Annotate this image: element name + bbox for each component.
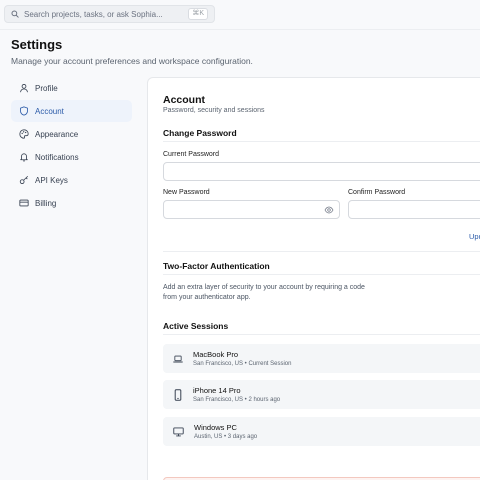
- two-factor-description-line-2: from your authenticator app.: [163, 294, 251, 301]
- nav-item-label: Appearance: [35, 129, 79, 139]
- key-icon: [19, 175, 29, 184]
- account-panel: Account Password, security and sessions …: [147, 77, 480, 480]
- session-item: iPhone 14 Pro San Francisco, US • 2 hour…: [163, 380, 480, 409]
- nav-item-api-keys[interactable]: API Keys: [11, 169, 132, 191]
- session-item: MacBook Pro San Francisco, US • Current …: [163, 344, 480, 373]
- divider: [163, 141, 480, 142]
- phone-icon: [174, 388, 182, 401]
- current-password-input[interactable]: [163, 162, 480, 181]
- confirm-password-label: Confirm Password: [348, 189, 406, 196]
- monitor-icon: [173, 426, 184, 436]
- nav-item-label: Billing: [35, 198, 57, 208]
- two-factor-heading: Two-Factor Authentication: [163, 261, 270, 271]
- page-subtitle: Manage your account preferences and work…: [11, 56, 253, 66]
- palette-icon: [19, 129, 29, 139]
- session-meta: San Francisco, US • 2 hours ago: [193, 397, 281, 403]
- session-item: Windows PC Austin, US • 3 days ago: [163, 417, 480, 446]
- laptop-icon: [173, 355, 183, 362]
- new-password-label: New Password: [163, 189, 210, 196]
- nav-item-profile[interactable]: Profile: [11, 77, 132, 99]
- credit-card-icon: [19, 199, 29, 207]
- settings-nav: Profile Account Appearance Notifications…: [11, 77, 132, 215]
- page-title: Settings: [11, 37, 63, 52]
- session-device: MacBook Pro: [193, 350, 239, 359]
- eye-icon[interactable]: [324, 206, 334, 214]
- nav-item-notifications[interactable]: Notifications: [11, 146, 132, 168]
- divider: [163, 251, 480, 252]
- section-subtitle: Password, security and sessions: [163, 107, 265, 114]
- nav-item-label: API Keys: [35, 175, 68, 185]
- session-meta: San Francisco, US • Current Session: [193, 361, 292, 367]
- confirm-password-input[interactable]: [348, 200, 480, 219]
- top-bar: Search projects, tasks, or ask Sophia...…: [0, 0, 480, 30]
- nav-item-label: Profile: [35, 83, 58, 93]
- nav-item-billing[interactable]: Billing: [11, 192, 132, 214]
- search-icon: [11, 10, 19, 18]
- search-bar[interactable]: Search projects, tasks, or ask Sophia...…: [4, 5, 215, 23]
- current-password-label: Current Password: [163, 151, 220, 158]
- divider: [163, 334, 480, 335]
- nav-item-label: Notifications: [35, 152, 79, 162]
- shortcut-badge: ⌘K: [188, 8, 208, 20]
- shield-icon: [20, 106, 28, 116]
- two-factor-description-line-1: Add an extra layer of security to your a…: [163, 284, 365, 291]
- section-title: Account: [163, 94, 205, 106]
- divider: [163, 274, 480, 275]
- nav-item-account[interactable]: Account: [11, 100, 132, 122]
- session-device: iPhone 14 Pro: [193, 386, 241, 395]
- new-password-input[interactable]: [163, 200, 340, 219]
- update-password-button[interactable]: Upd: [469, 232, 480, 241]
- nav-item-label: Account: [35, 106, 64, 116]
- session-device: Windows PC: [194, 423, 237, 432]
- nav-item-appearance[interactable]: Appearance: [11, 123, 132, 145]
- active-sessions-heading: Active Sessions: [163, 321, 229, 331]
- change-password-heading: Change Password: [163, 128, 237, 138]
- bell-icon: [20, 153, 28, 162]
- user-icon: [20, 84, 28, 93]
- session-meta: Austin, US • 3 days ago: [194, 434, 258, 440]
- search-input[interactable]: Search projects, tasks, or ask Sophia...: [24, 10, 188, 19]
